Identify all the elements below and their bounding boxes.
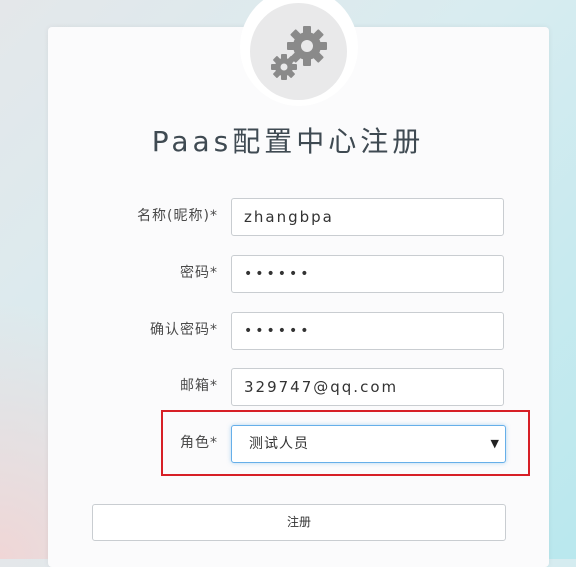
page-title: Paas配置中心注册: [151, 125, 425, 158]
dropdown-arrow-icon: ▼: [490, 437, 499, 450]
role-selected-value: 测试人员: [249, 436, 309, 452]
register-card: [48, 27, 549, 567]
role-select[interactable]: 测试人员 ▼: [231, 425, 506, 463]
confirm-password-label: 确认密码*: [150, 322, 218, 338]
email-label: 邮箱*: [180, 378, 218, 394]
password-label: 密码*: [180, 265, 218, 281]
email-input[interactable]: 329747@qq.com: [231, 368, 504, 406]
role-label: 角色*: [180, 435, 218, 451]
name-label: 名称(昵称)*: [137, 208, 218, 224]
register-button[interactable]: 注册: [92, 504, 506, 541]
password-input[interactable]: ••••••: [231, 255, 504, 293]
gears-icon: [250, 3, 347, 100]
name-input[interactable]: zhangbpa: [231, 198, 504, 236]
confirm-password-input[interactable]: ••••••: [231, 312, 504, 350]
